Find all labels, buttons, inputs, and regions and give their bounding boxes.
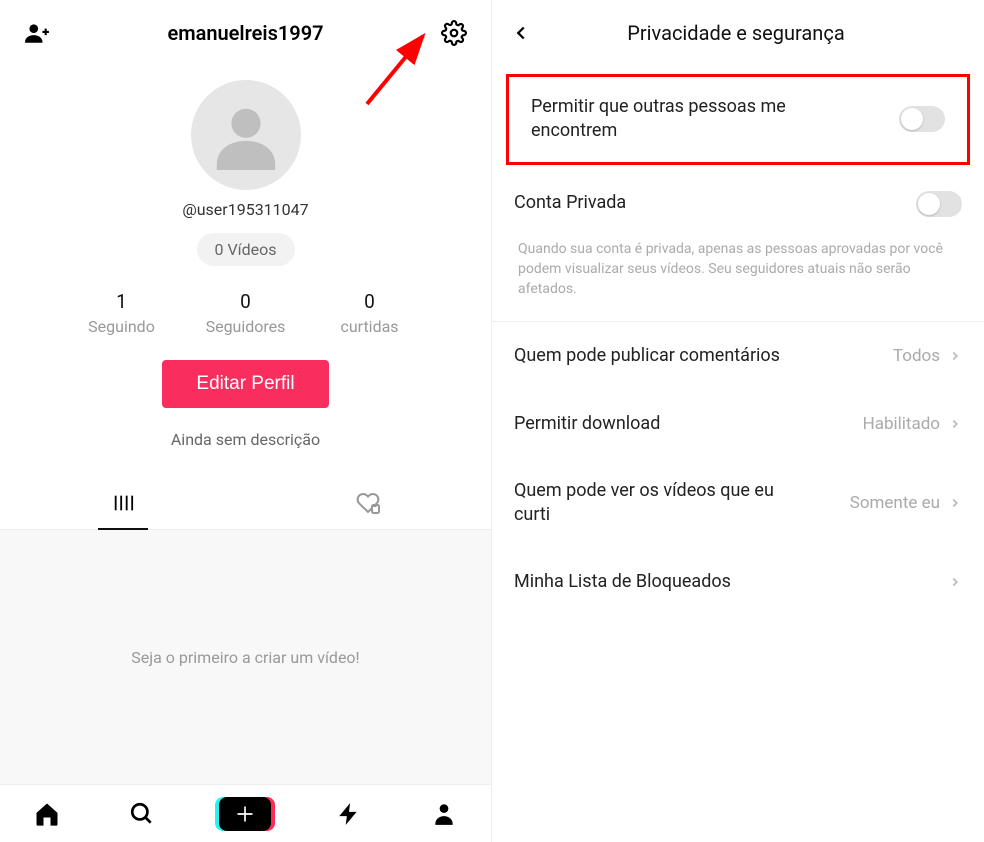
- private-account-subtext: Quando sua conta é privada, apenas as pe…: [492, 235, 984, 323]
- toggle-private-account-label: Conta Privada: [514, 191, 626, 215]
- empty-feed-text: Seja o primeiro a criar um vídeo!: [131, 648, 359, 667]
- nav-home-icon[interactable]: [30, 797, 64, 831]
- toggle-private-account-switch[interactable]: [916, 191, 962, 217]
- profile-username: emanuelreis1997: [167, 21, 323, 45]
- privacy-header: Privacidade e segurança: [492, 0, 984, 60]
- chevron-right-icon: [948, 575, 962, 589]
- chevron-right-icon: [948, 417, 962, 431]
- chevron-right-icon: [948, 496, 962, 510]
- tab-feed-icon[interactable]: [0, 477, 246, 529]
- edit-profile-button[interactable]: Editar Perfil: [162, 360, 328, 408]
- row-download-label: Permitir download: [514, 412, 660, 435]
- add-friend-icon[interactable]: [22, 18, 52, 48]
- row-comments[interactable]: Quem pode publicar comentários Todos: [492, 322, 984, 389]
- privacy-title: Privacidade e segurança: [536, 21, 966, 45]
- stat-count: 0: [240, 290, 251, 313]
- chevron-right-icon: [948, 349, 962, 363]
- row-comments-label: Quem pode publicar comentários: [514, 344, 780, 367]
- empty-feed-area: Seja o primeiro a criar um vídeo!: [0, 530, 491, 784]
- nav-create-button[interactable]: [219, 797, 271, 831]
- toggle-private-account-row: Conta Privada: [492, 173, 984, 235]
- stat-likes[interactable]: 0 curtidas: [325, 290, 415, 336]
- profile-tabs: [0, 477, 491, 530]
- avatar-placeholder[interactable]: [191, 80, 301, 190]
- privacy-settings-screen: Privacidade e segurança Permitir que out…: [492, 0, 984, 842]
- nav-notifications-icon[interactable]: [332, 797, 366, 831]
- stat-followers[interactable]: 0 Seguidores: [201, 290, 291, 336]
- row-comments-value: Todos: [893, 346, 940, 366]
- nav-profile-icon[interactable]: [427, 797, 461, 831]
- stat-following[interactable]: 1 Seguindo: [77, 290, 167, 336]
- row-liked-videos[interactable]: Quem pode ver os vídeos que eu curti Som…: [492, 457, 984, 548]
- profile-handle: @user195311047: [182, 200, 308, 219]
- stats-row: 1 Seguindo 0 Seguidores 0 curtidas: [77, 290, 415, 336]
- profile-header: emanuelreis1997: [0, 0, 491, 60]
- row-download[interactable]: Permitir download Habilitado: [492, 390, 984, 457]
- stat-count: 1: [116, 290, 127, 313]
- row-liked-videos-label: Quem pode ver os vídeos que eu curti: [514, 479, 814, 526]
- settings-gear-icon[interactable]: [439, 18, 469, 48]
- nav-search-icon[interactable]: [125, 797, 159, 831]
- toggle-find-me-row: Permitir que outras pessoas me encontrem: [506, 74, 970, 165]
- stat-label: Seguidores: [206, 317, 286, 336]
- no-description-text: Ainda sem descrição: [171, 430, 320, 449]
- row-liked-videos-value: Somente eu: [850, 493, 940, 513]
- row-download-value: Habilitado: [863, 414, 940, 434]
- stat-count: 0: [364, 290, 375, 313]
- toggle-find-me-switch[interactable]: [899, 106, 945, 132]
- toggle-find-me-label: Permitir que outras pessoas me encontrem: [531, 95, 851, 144]
- profile-screen: emanuelreis1997 @user195311047 0 Vídeos …: [0, 0, 492, 842]
- settings-body: Permitir que outras pessoas me encontrem…: [492, 60, 984, 615]
- row-blocked-list[interactable]: Minha Lista de Bloqueados: [492, 548, 984, 615]
- stat-label: curtidas: [340, 317, 398, 336]
- videos-count-pill[interactable]: 0 Vídeos: [197, 233, 295, 266]
- bottom-nav: [0, 784, 491, 842]
- row-blocked-list-label: Minha Lista de Bloqueados: [514, 570, 731, 593]
- stat-label: Seguindo: [88, 317, 155, 336]
- profile-content: @user195311047 0 Vídeos 1 Seguindo 0 Seg…: [0, 60, 491, 449]
- tab-liked-icon[interactable]: [246, 477, 492, 529]
- back-icon[interactable]: [506, 18, 536, 48]
